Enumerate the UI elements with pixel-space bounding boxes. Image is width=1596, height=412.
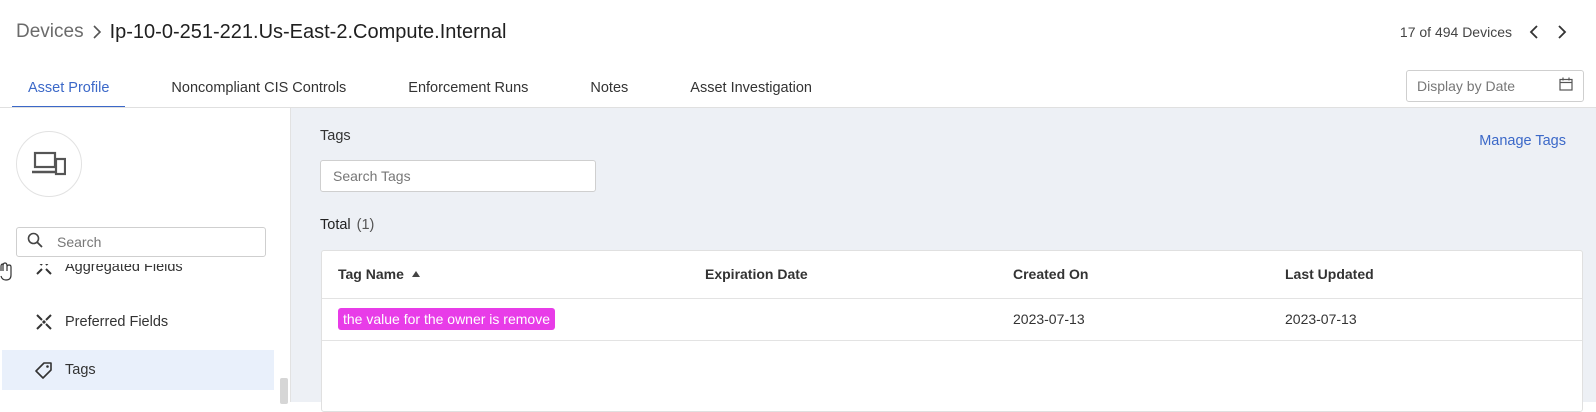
sidebar-item-label: Aggregated Fields bbox=[65, 264, 183, 275]
tab-noncompliant-cis-controls[interactable]: Noncompliant CIS Controls bbox=[155, 70, 362, 106]
sidebar-item-aggregated-fields[interactable]: Aggregated Fields bbox=[2, 264, 274, 288]
tags-panel: Tags Manage Tags Total (1) Tag Name Expir… bbox=[291, 108, 1596, 412]
created-on-cell: 2023-07-13 bbox=[1013, 311, 1085, 327]
column-header-last-updated[interactable]: Last Updated bbox=[1285, 266, 1374, 282]
devices-icon bbox=[32, 151, 66, 176]
next-device-button[interactable] bbox=[1548, 20, 1576, 44]
tab-asset-investigation[interactable]: Asset Investigation bbox=[674, 70, 828, 106]
column-header-created-on[interactable]: Created On bbox=[1013, 266, 1088, 282]
tab-enforcement-runs[interactable]: Enforcement Runs bbox=[392, 70, 544, 106]
sidebar-item-tags[interactable]: Tags bbox=[2, 350, 274, 390]
device-pager: 17 of 494 Devices bbox=[1400, 20, 1576, 44]
page-title: Ip-10-0-251-221.Us-East-2.Compute.Intern… bbox=[109, 20, 507, 43]
sidebar-item-label: Preferred Fields bbox=[65, 314, 169, 330]
tags-table: Tag Name Expiration Date Created On Last… bbox=[321, 250, 1583, 412]
search-icon bbox=[27, 232, 43, 253]
hand-cursor-icon bbox=[0, 262, 12, 287]
tab-asset-profile[interactable]: Asset Profile bbox=[12, 70, 126, 108]
total-number: (1) bbox=[356, 217, 375, 233]
fields-icon bbox=[34, 312, 54, 332]
display-by-date-picker[interactable]: Display by Date bbox=[1406, 70, 1584, 102]
tag-icon bbox=[34, 360, 54, 380]
previous-device-button[interactable] bbox=[1520, 20, 1548, 44]
sort-ascending-icon bbox=[411, 271, 420, 277]
column-header-tag-name[interactable]: Tag Name bbox=[338, 266, 420, 282]
total-count: Total (1) bbox=[320, 217, 374, 233]
device-avatar bbox=[16, 131, 82, 197]
tag-search-input[interactable] bbox=[331, 167, 585, 185]
sidebar: Aggregated Fields Preferred Fields Tags bbox=[0, 108, 291, 404]
breadcrumb: Devices Ip-10-0-251-221.Us-East-2.Comput… bbox=[16, 18, 506, 46]
tag-search bbox=[320, 160, 596, 192]
section-title: Tags bbox=[320, 128, 351, 144]
table-header: Tag Name Expiration Date Created On Last… bbox=[322, 251, 1582, 299]
chevron-right-icon bbox=[84, 18, 110, 46]
sidebar-search-input[interactable] bbox=[55, 233, 239, 251]
pager-count: 17 of 494 Devices bbox=[1399, 24, 1512, 40]
sidebar-scrollbar[interactable] bbox=[280, 378, 288, 404]
tab-bar: Asset Profile Noncompliant CIS Controls … bbox=[12, 70, 858, 108]
table-row[interactable]: the value for the owner is remove 2023-0… bbox=[322, 299, 1582, 341]
last-updated-cell: 2023-07-13 bbox=[1285, 311, 1357, 327]
sidebar-search bbox=[16, 227, 266, 257]
tag-chip[interactable]: the value for the owner is remove bbox=[338, 308, 555, 330]
date-picker-placeholder: Display by Date bbox=[1417, 78, 1516, 94]
fields-icon bbox=[34, 264, 54, 277]
total-label: Total bbox=[320, 217, 351, 233]
sidebar-item-preferred-fields[interactable]: Preferred Fields bbox=[2, 302, 274, 342]
tab-notes[interactable]: Notes bbox=[574, 70, 644, 106]
chevron-right-icon bbox=[1558, 25, 1567, 39]
breadcrumb-devices-link[interactable]: Devices bbox=[16, 21, 84, 43]
column-header-expiration-date[interactable]: Expiration Date bbox=[705, 266, 808, 282]
manage-tags-link[interactable]: Manage Tags bbox=[1479, 133, 1566, 149]
chevron-left-icon bbox=[1529, 25, 1538, 39]
sidebar-item-label: Tags bbox=[65, 362, 96, 378]
calendar-icon bbox=[1559, 77, 1573, 96]
